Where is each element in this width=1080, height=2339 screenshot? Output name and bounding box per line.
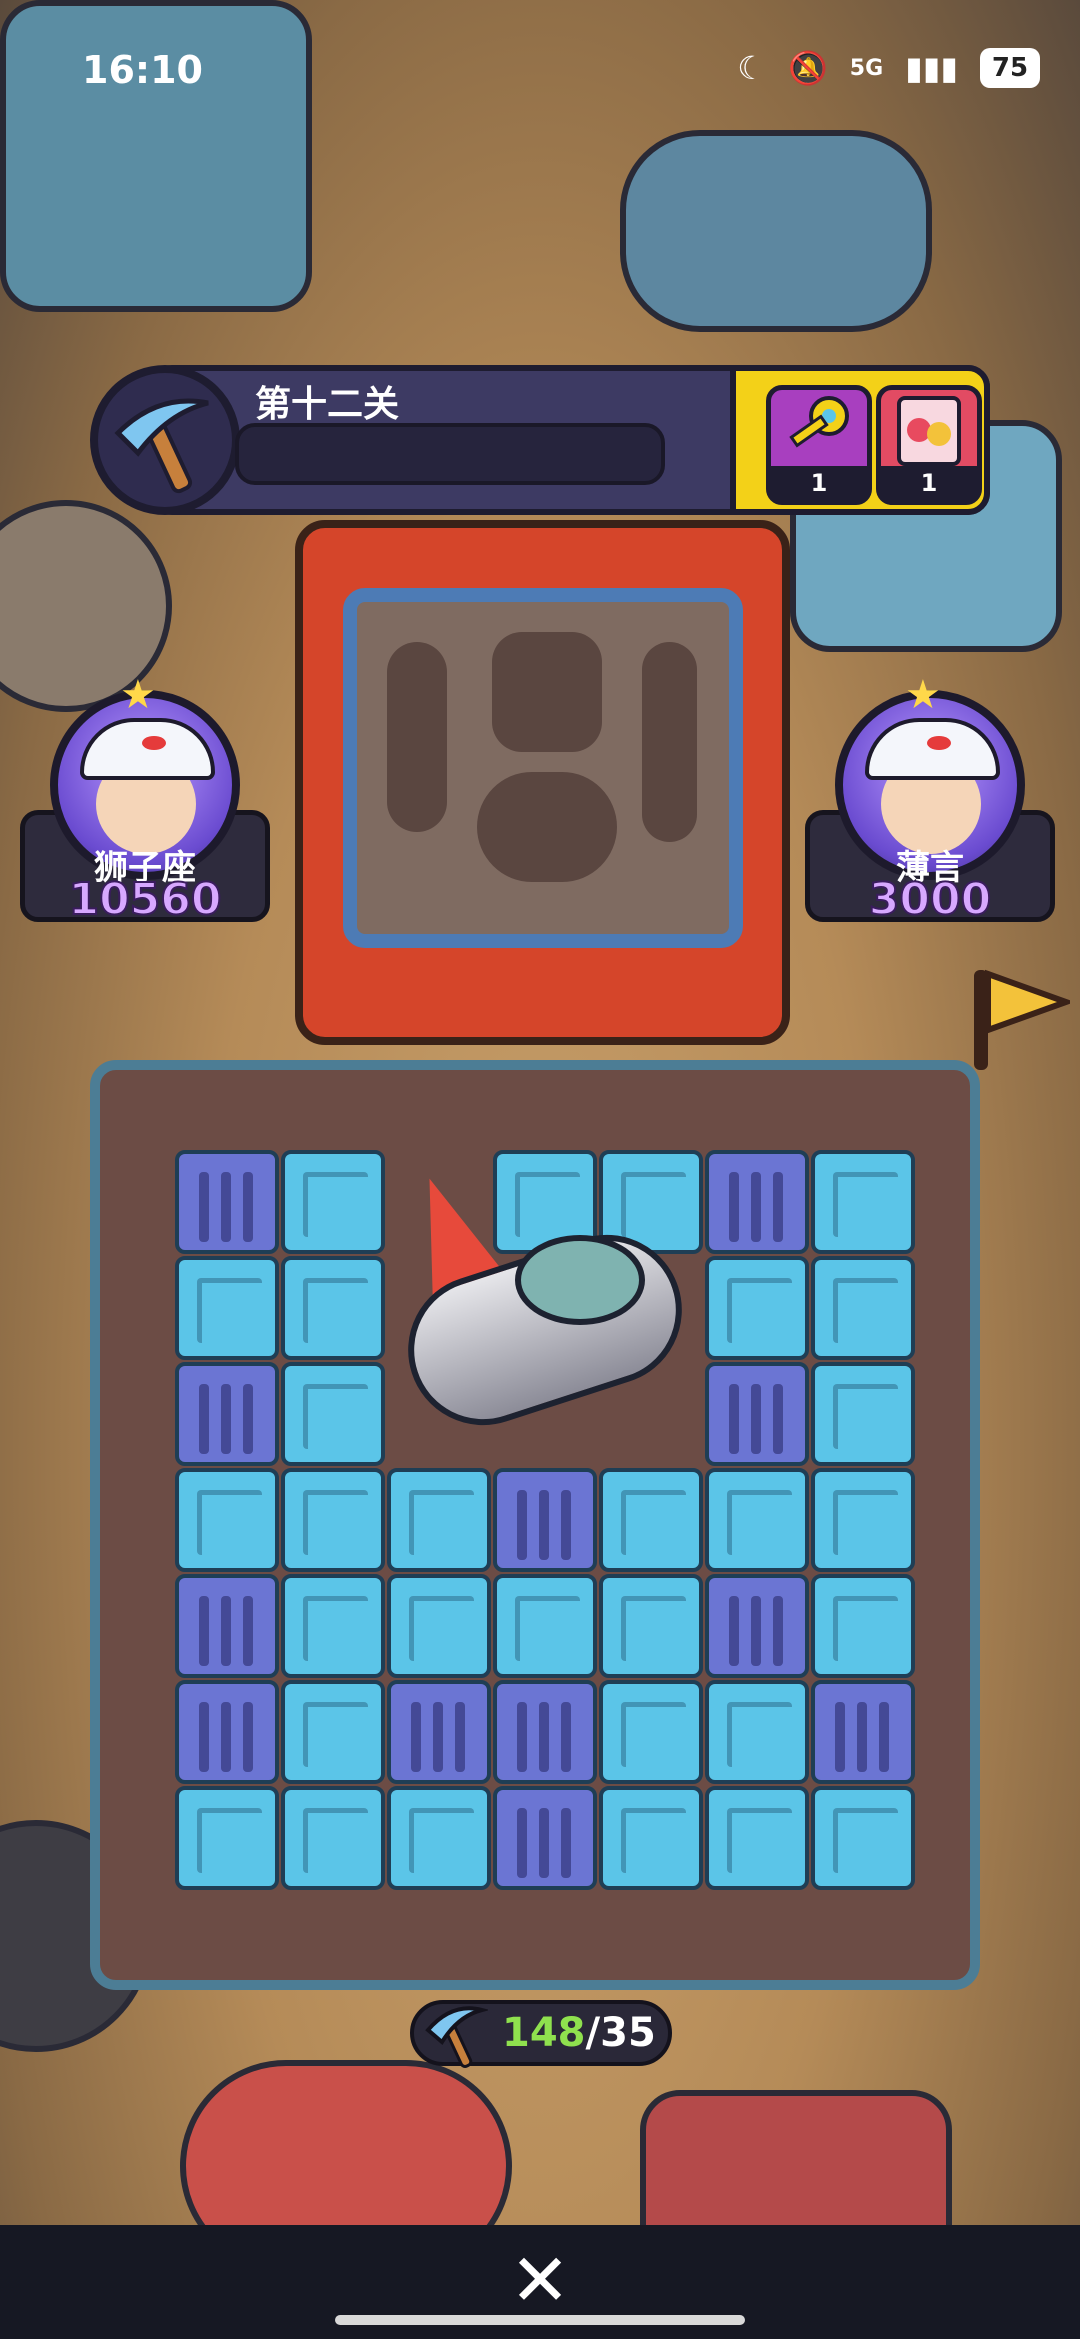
dirt-tile[interactable] (705, 1362, 809, 1466)
reward-display (295, 520, 790, 1045)
dirt-tile[interactable] (175, 1574, 279, 1678)
dirt-tile[interactable] (599, 1680, 703, 1784)
close-icon[interactable]: ✕ (505, 2244, 575, 2316)
key-item-count: 1 (771, 466, 867, 500)
dirt-tile[interactable] (281, 1574, 385, 1678)
dirt-tile[interactable] (599, 1786, 703, 1890)
items-panel: 1 1 (730, 365, 990, 515)
flag-icon (974, 969, 1070, 1070)
dirt-tile[interactable] (811, 1574, 915, 1678)
pickaxe-icon (114, 398, 209, 494)
signal-icon: ▮▮▮ (905, 49, 958, 87)
dirt-tile[interactable] (599, 1468, 703, 1572)
dirt-tile[interactable] (175, 1362, 279, 1466)
dirt-tile[interactable] (811, 1680, 915, 1784)
player-card-right[interactable]: ★ 薄言 3000 (805, 672, 1055, 926)
star-icon: ★ (120, 672, 156, 718)
reward-silhouette (387, 642, 447, 832)
dirt-tile[interactable] (281, 1362, 385, 1466)
mute-icon: 🔕 (787, 49, 828, 87)
player-score: 3000 (868, 873, 992, 926)
battery-icon: 75 (980, 48, 1040, 88)
pickaxe-total: 35 (600, 2010, 656, 2056)
dirt-tile[interactable] (175, 1150, 279, 1254)
dirt-tile[interactable] (387, 1786, 491, 1890)
level-progress-bar (235, 423, 665, 485)
dirt-tile[interactable] (281, 1786, 385, 1890)
reward-silhouette (477, 772, 617, 882)
dirt-tile[interactable] (175, 1256, 279, 1360)
level-header: 1 1 第十二关 (90, 365, 990, 515)
key-icon (789, 396, 849, 448)
pickaxe-separator: / (585, 2010, 601, 2056)
cap-logo (927, 736, 951, 750)
dirt-tile[interactable] (175, 1786, 279, 1890)
dirt-tile[interactable] (281, 1680, 385, 1784)
dirt-tile[interactable] (175, 1680, 279, 1784)
card-pack-item-count: 1 (881, 466, 977, 500)
dirt-tile[interactable] (705, 1680, 809, 1784)
cap-logo (142, 736, 166, 750)
level-title: 第十二关 (255, 384, 400, 425)
avatar-cap (865, 718, 1000, 780)
avatar-cap (80, 718, 215, 780)
dirt-tile[interactable] (175, 1468, 279, 1572)
dirt-tile[interactable] (281, 1256, 385, 1360)
dirt-tile[interactable] (493, 1680, 597, 1784)
star-icon: ★ (905, 672, 941, 718)
dirt-tile[interactable] (599, 1574, 703, 1678)
submarine-window (515, 1235, 645, 1325)
dirt-tile[interactable] (281, 1468, 385, 1572)
dirt-tile[interactable] (387, 1680, 491, 1784)
card-pack-item-slot[interactable]: 1 (876, 385, 982, 505)
dirt-tile[interactable] (281, 1150, 385, 1254)
dirt-tile[interactable] (811, 1468, 915, 1572)
key-item-slot[interactable]: 1 (766, 385, 872, 505)
reward-silhouette (642, 642, 697, 842)
pickaxe-current: 148 (502, 2010, 586, 2056)
submarine-treasure (388, 1164, 702, 1445)
dirt-tile[interactable] (811, 1362, 915, 1466)
status-icons: ☾ 🔕 5G ▮▮▮ 75 (737, 48, 1040, 88)
moon-icon: ☾ (737, 49, 766, 87)
dirt-tile[interactable] (811, 1256, 915, 1360)
dirt-tile[interactable] (705, 1256, 809, 1360)
pickaxe-count: 148/35 (502, 2010, 656, 2056)
network-label: 5G (849, 55, 884, 81)
dirt-tile[interactable] (811, 1786, 915, 1890)
pickaxe-icon (425, 2006, 488, 2068)
dirt-tile[interactable] (705, 1150, 809, 1254)
status-bar: 16:10 ☾ 🔕 5G ▮▮▮ 75 (0, 0, 1080, 140)
dirt-tile[interactable] (705, 1574, 809, 1678)
dirt-tile[interactable] (705, 1468, 809, 1572)
background-junk (620, 130, 932, 332)
dirt-tile[interactable] (387, 1574, 491, 1678)
player-card-left[interactable]: ★ 狮子座 10560 (20, 672, 270, 926)
dirt-tile[interactable] (811, 1150, 915, 1254)
dirt-tile[interactable] (387, 1468, 491, 1572)
dirt-tile[interactable] (493, 1786, 597, 1890)
pickaxe-counter: 148/35 (410, 2000, 672, 2068)
pickaxe-badge (90, 365, 240, 515)
home-indicator[interactable] (335, 2315, 745, 2325)
player-score: 10560 (67, 873, 222, 926)
dirt-tile[interactable] (705, 1786, 809, 1890)
reward-silhouette (492, 632, 602, 752)
dirt-tile[interactable] (493, 1574, 597, 1678)
status-time: 16:10 (82, 48, 203, 92)
reward-screen (343, 588, 743, 948)
card-pack-icon (897, 396, 961, 466)
dirt-tile[interactable] (493, 1468, 597, 1572)
